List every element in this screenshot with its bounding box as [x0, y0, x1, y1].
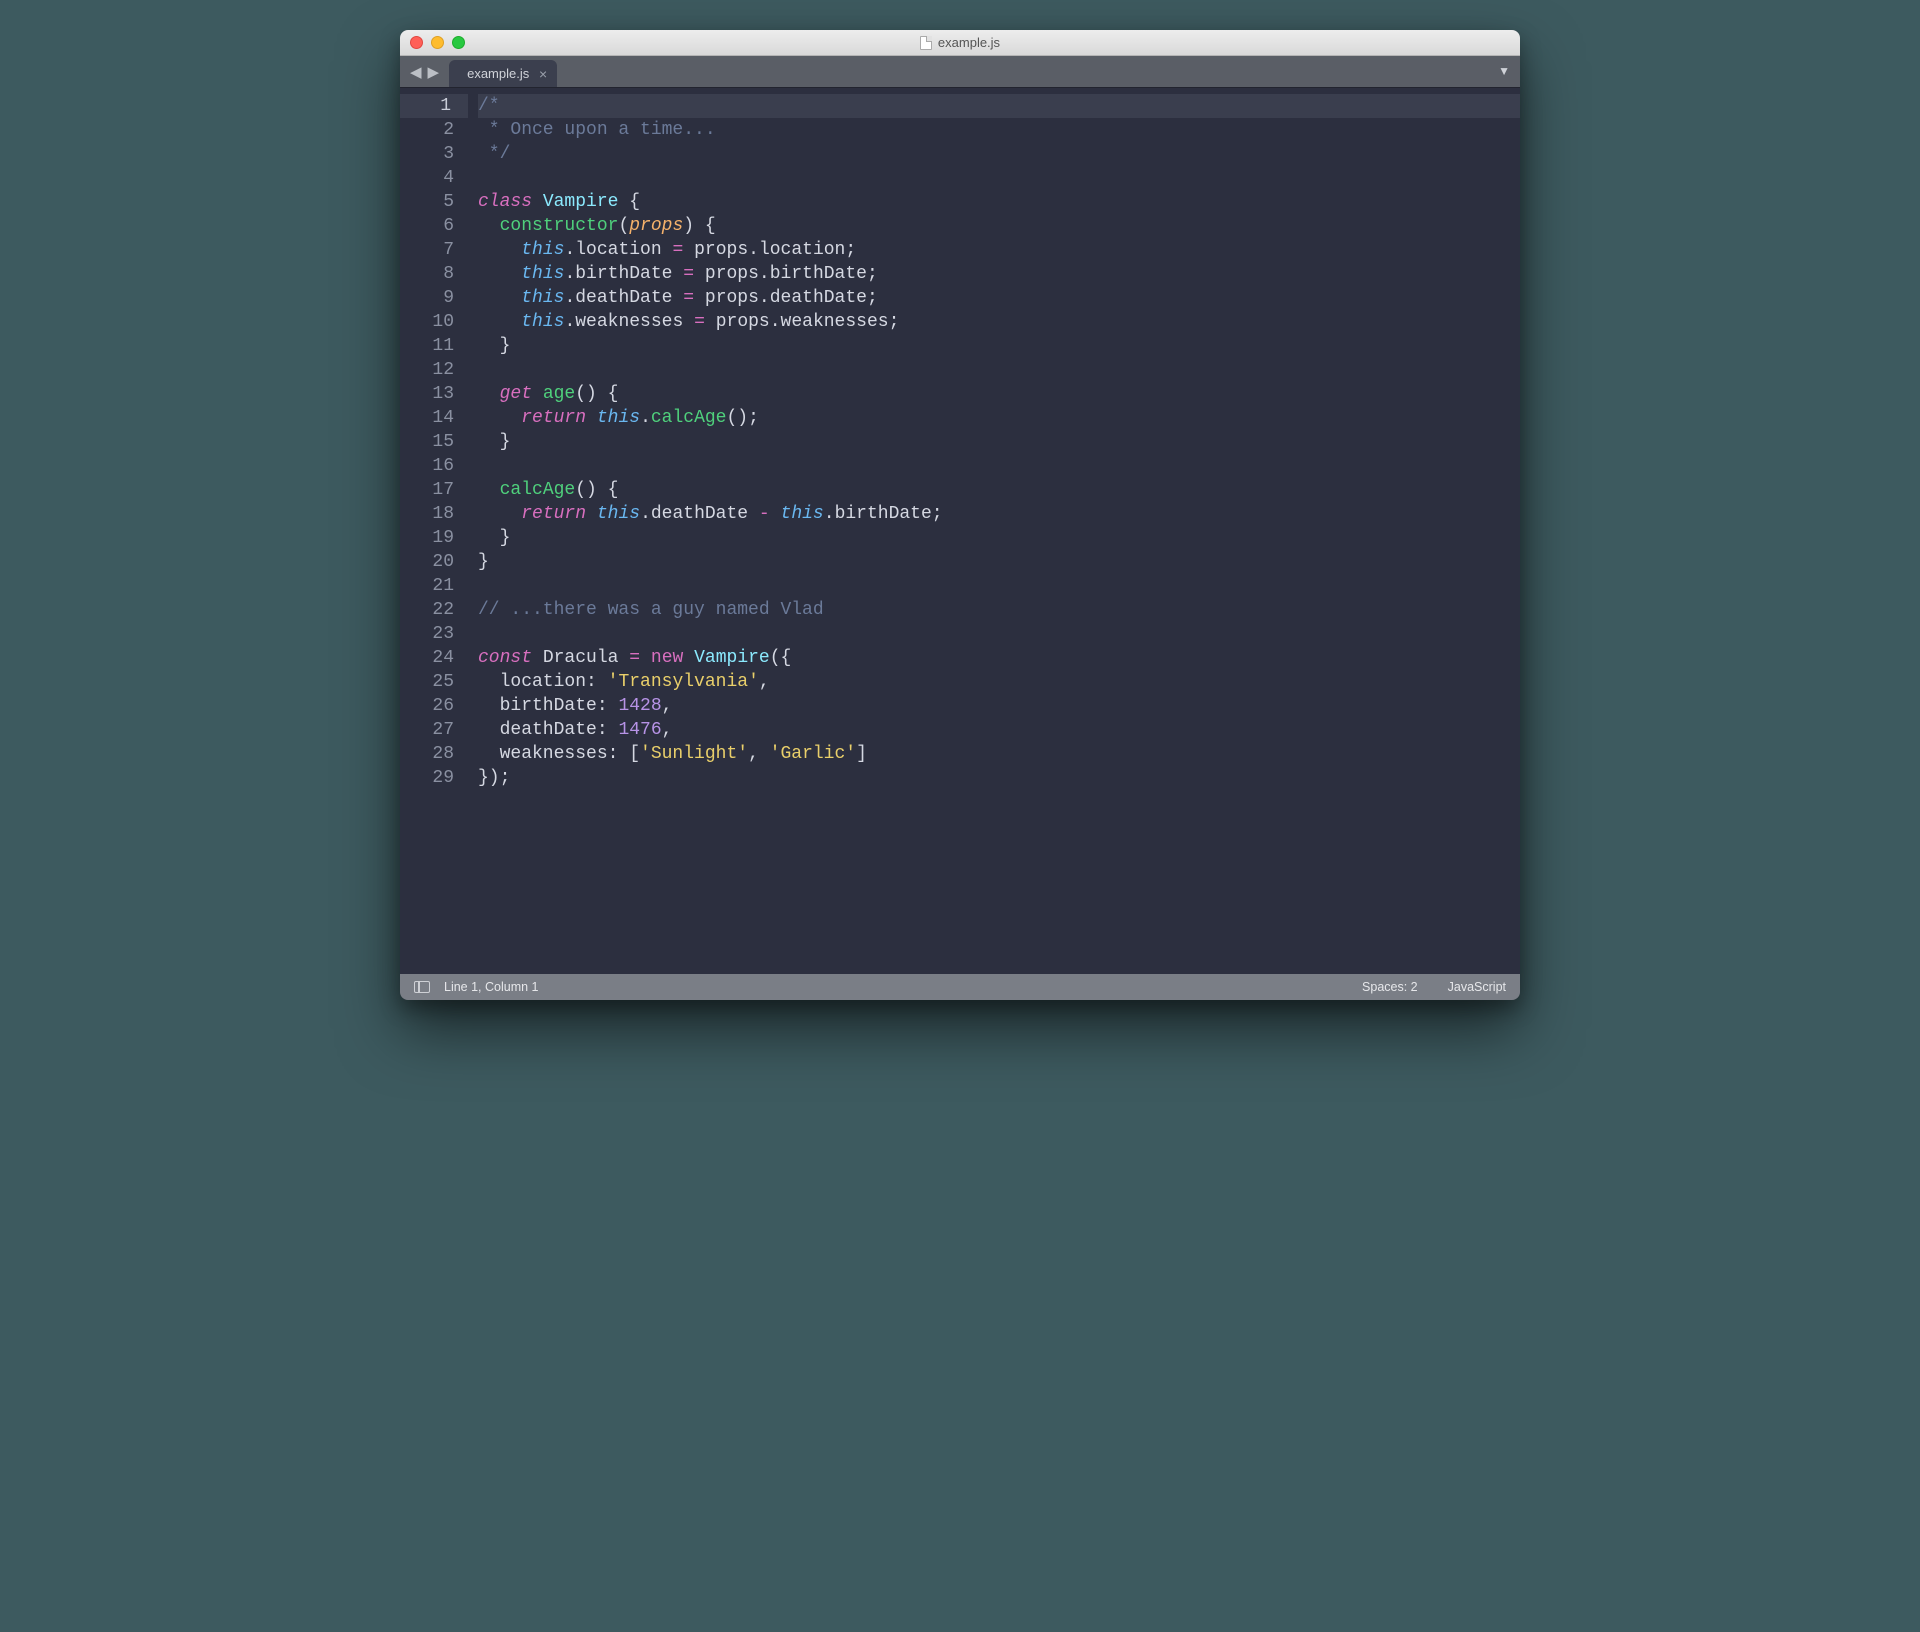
status-cursor[interactable]: Line 1, Column 1	[444, 980, 539, 994]
code-editor[interactable]: 1234567891011121314151617181920212223242…	[400, 88, 1520, 974]
code-line[interactable]: }	[478, 526, 1520, 550]
line-number[interactable]: 20	[400, 550, 454, 574]
nav-back-icon[interactable]: ◀	[410, 63, 422, 81]
mac-titlebar: example.js	[400, 30, 1520, 56]
code-line[interactable]: });	[478, 766, 1520, 790]
code-line[interactable]: deathDate: 1476,	[478, 718, 1520, 742]
code-line[interactable]: * Once upon a time...	[478, 118, 1520, 142]
code-line[interactable]: }	[478, 550, 1520, 574]
tab-strip: ◀ ▶ example.js × ▼	[400, 56, 1520, 88]
nav-forward-icon[interactable]: ▶	[428, 63, 440, 81]
window-title: example.js	[920, 35, 1000, 50]
code-line[interactable]: /*	[478, 94, 1520, 118]
line-number[interactable]: 7	[400, 238, 454, 262]
code-line[interactable]	[478, 358, 1520, 382]
code-line[interactable]: class Vampire {	[478, 190, 1520, 214]
code-line[interactable]: weaknesses: ['Sunlight', 'Garlic']	[478, 742, 1520, 766]
line-number[interactable]: 26	[400, 694, 454, 718]
status-language[interactable]: JavaScript	[1448, 980, 1506, 994]
code-line[interactable]: constructor(props) {	[478, 214, 1520, 238]
line-number[interactable]: 28	[400, 742, 454, 766]
line-number[interactable]: 29	[400, 766, 454, 790]
close-tab-icon[interactable]: ×	[539, 66, 547, 82]
code-line[interactable]: }	[478, 334, 1520, 358]
line-number[interactable]: 24	[400, 646, 454, 670]
line-number[interactable]: 19	[400, 526, 454, 550]
line-number[interactable]: 13	[400, 382, 454, 406]
code-line[interactable]: birthDate: 1428,	[478, 694, 1520, 718]
code-line[interactable]: this.birthDate = props.birthDate;	[478, 262, 1520, 286]
code-area[interactable]: /* * Once upon a time... */ class Vampir…	[468, 88, 1520, 974]
code-line[interactable]: return this.calcAge();	[478, 406, 1520, 430]
line-number[interactable]: 9	[400, 286, 454, 310]
code-line[interactable]: */	[478, 142, 1520, 166]
code-line[interactable]: }	[478, 430, 1520, 454]
line-number[interactable]: 1	[400, 94, 468, 118]
line-number[interactable]: 18	[400, 502, 454, 526]
line-number[interactable]: 22	[400, 598, 454, 622]
status-bar: Line 1, Column 1 Spaces: 2 JavaScript	[400, 974, 1520, 1000]
line-number[interactable]: 27	[400, 718, 454, 742]
line-number[interactable]: 6	[400, 214, 454, 238]
tab-overflow-icon[interactable]: ▼	[1498, 64, 1510, 78]
code-line[interactable]	[478, 454, 1520, 478]
line-number[interactable]: 3	[400, 142, 454, 166]
line-number[interactable]: 21	[400, 574, 454, 598]
code-line[interactable]	[478, 574, 1520, 598]
line-number[interactable]: 2	[400, 118, 454, 142]
code-line[interactable]: this.location = props.location;	[478, 238, 1520, 262]
tab-label: example.js	[467, 66, 529, 81]
zoom-window-icon[interactable]	[452, 36, 465, 49]
line-number[interactable]: 14	[400, 406, 454, 430]
line-number-gutter[interactable]: 1234567891011121314151617181920212223242…	[400, 88, 468, 974]
line-number[interactable]: 8	[400, 262, 454, 286]
line-number[interactable]: 17	[400, 478, 454, 502]
code-line[interactable]: const Dracula = new Vampire({	[478, 646, 1520, 670]
editor-window: example.js ◀ ▶ example.js × ▼ 1234567891…	[400, 30, 1520, 1000]
line-number[interactable]: 23	[400, 622, 454, 646]
line-number[interactable]: 4	[400, 166, 454, 190]
line-number[interactable]: 12	[400, 358, 454, 382]
line-number[interactable]: 15	[400, 430, 454, 454]
minimize-window-icon[interactable]	[431, 36, 444, 49]
line-number[interactable]: 5	[400, 190, 454, 214]
traffic-lights	[410, 36, 465, 49]
file-icon	[920, 36, 932, 50]
code-line[interactable]: return this.deathDate - this.birthDate;	[478, 502, 1520, 526]
tab-nav-arrows: ◀ ▶	[400, 56, 449, 87]
line-number[interactable]: 10	[400, 310, 454, 334]
code-line[interactable]: get age() {	[478, 382, 1520, 406]
code-line[interactable]: this.deathDate = props.deathDate;	[478, 286, 1520, 310]
code-line[interactable]	[478, 622, 1520, 646]
panel-toggle-icon[interactable]	[414, 981, 430, 993]
window-title-text: example.js	[938, 35, 1000, 50]
code-line[interactable]: location: 'Transylvania',	[478, 670, 1520, 694]
line-number[interactable]: 16	[400, 454, 454, 478]
code-line[interactable]: this.weaknesses = props.weaknesses;	[478, 310, 1520, 334]
line-number[interactable]: 11	[400, 334, 454, 358]
tab-example-js[interactable]: example.js ×	[449, 60, 557, 87]
close-window-icon[interactable]	[410, 36, 423, 49]
status-indent[interactable]: Spaces: 2	[1362, 980, 1418, 994]
line-number[interactable]: 25	[400, 670, 454, 694]
code-line[interactable]: // ...there was a guy named Vlad	[478, 598, 1520, 622]
code-line[interactable]: calcAge() {	[478, 478, 1520, 502]
code-line[interactable]	[478, 166, 1520, 190]
